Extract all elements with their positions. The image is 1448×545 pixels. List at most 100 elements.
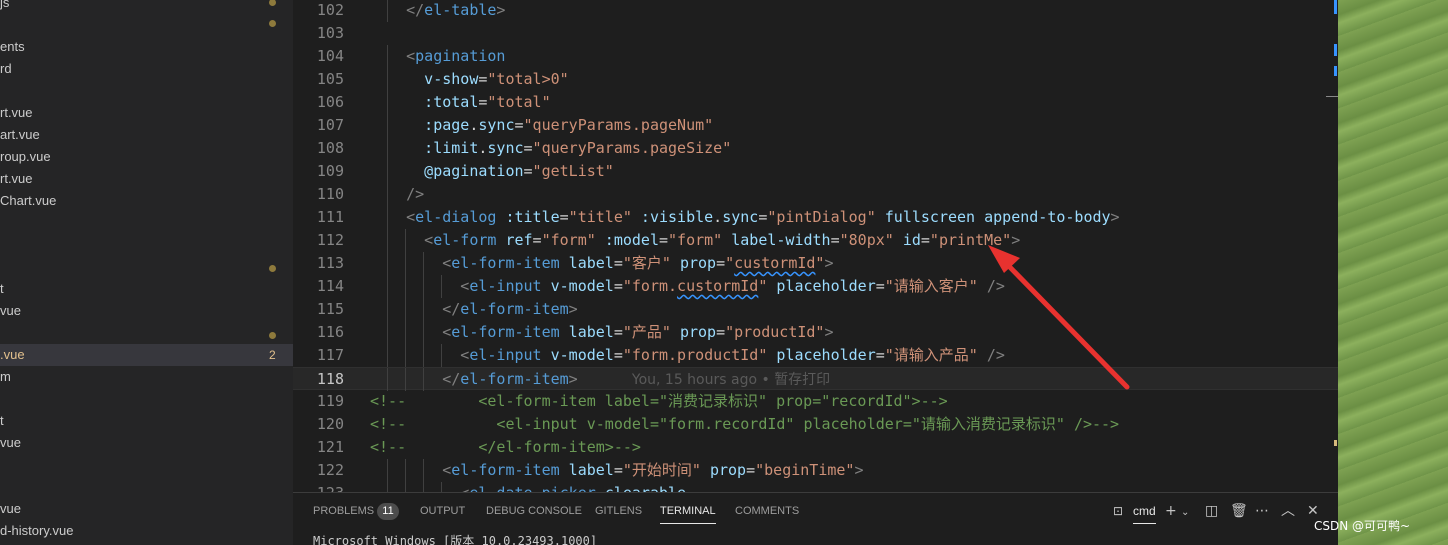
sidebar-file-item[interactable]: t: [0, 410, 293, 432]
terminal-icon[interactable]: ⊡: [1113, 502, 1123, 520]
line-number: 119: [316, 392, 344, 410]
sidebar-file-item[interactable]: js: [0, 0, 293, 14]
indent-guide: [387, 482, 389, 492]
sidebar-file-label: rt.vue: [0, 171, 33, 186]
code-text: <el-dialog :title="title" :visible.sync=…: [406, 206, 1119, 229]
code-line[interactable]: 108 :limit.sync="queryParams.pageSize": [293, 137, 1338, 160]
code-token: />: [406, 185, 425, 203]
code-token: :limit: [424, 139, 479, 157]
code-token: =: [613, 461, 623, 479]
sidebar-file-label: d-history.vue: [0, 523, 74, 538]
code-token: ": [758, 277, 768, 295]
sidebar-file-item[interactable]: m: [0, 366, 293, 388]
line-number: 118: [316, 370, 344, 388]
tab-gitlens[interactable]: GITLENS: [595, 502, 642, 520]
code-token: =: [758, 208, 768, 226]
terminal-selector[interactable]: cmd: [1133, 502, 1156, 524]
code-token: :model: [604, 231, 659, 249]
code-line[interactable]: 115 </el-form-item>: [293, 298, 1338, 321]
indent-guide: [387, 321, 389, 344]
code-text: :limit.sync="queryParams.pageSize": [406, 137, 731, 160]
more-actions-icon[interactable]: ⋯: [1255, 502, 1269, 520]
code-line[interactable]: 111 <el-dialog :title="title" :visible.sy…: [293, 206, 1338, 229]
code-token: </: [406, 1, 425, 19]
sidebar-file-item[interactable]: ents: [0, 36, 293, 58]
sidebar-file-item[interactable]: art.vue: [0, 124, 293, 146]
code-token: "title": [568, 208, 632, 226]
split-terminal-icon[interactable]: ◫: [1205, 502, 1218, 520]
code-line[interactable]: 116 <el-form-item label="产品" prop="produc…: [293, 321, 1338, 344]
code-line[interactable]: 105 v-show="total>0": [293, 68, 1338, 91]
code-token: el-form-item: [460, 370, 569, 388]
code-editor[interactable]: 102 </el-table> 103 104 <pagination 105 v-sho…: [293, 0, 1338, 492]
indent-guide: [387, 91, 389, 114]
code-line[interactable]: 117 <el-input v-model="form.productId" pl…: [293, 344, 1338, 367]
code-token: =: [746, 461, 756, 479]
code-token: =: [875, 346, 885, 364]
sidebar-file-item[interactable]: rt.vue: [0, 168, 293, 190]
tab-terminal[interactable]: TERMINAL: [660, 502, 716, 524]
code-token: />: [986, 277, 1005, 295]
maximize-panel-icon[interactable]: ︿: [1281, 502, 1295, 520]
code-token: placeholder: [776, 277, 876, 295]
code-line[interactable]: 114 <el-input v-model="form.custormId" pl…: [293, 275, 1338, 298]
tab-comments[interactable]: COMMENTS: [735, 502, 799, 520]
indent-guide: [423, 482, 425, 492]
line-number: 116: [316, 323, 344, 341]
trash-icon[interactable]: 🗑: [1230, 502, 1248, 520]
indent-guide: [387, 183, 389, 206]
code-token: "form.productId": [622, 346, 768, 364]
sidebar-file-item[interactable]: d-history.vue: [0, 520, 293, 542]
code-line[interactable]: 112 <el-form ref="form" :model="form" lab…: [293, 229, 1338, 252]
sidebar-file-item[interactable]: vue: [0, 498, 293, 520]
chevron-down-icon[interactable]: ⌄: [1181, 504, 1189, 522]
sidebar-file-item[interactable]: roup.vue: [0, 146, 293, 168]
code-line[interactable]: 107 :page.sync="queryParams.pageNum": [293, 114, 1338, 137]
code-token: =: [613, 277, 623, 295]
sidebar-file-item[interactable]: rd: [0, 58, 293, 80]
new-terminal-plus-icon[interactable]: +: [1165, 502, 1177, 520]
code-line[interactable]: 123 <el-date-picker clearable: [293, 482, 1338, 492]
modified-dot-icon: [269, 0, 276, 6]
sidebar-file-item[interactable]: .vue 2: [0, 344, 293, 366]
code-text: <el-form-item label="产品" prop="productId…: [442, 321, 833, 344]
code-token: label: [568, 323, 614, 341]
sidebar-file-item[interactable]: vue: [0, 300, 293, 322]
sidebar-file-label: rt.vue: [0, 105, 33, 120]
code-line[interactable]: 119 <!-- <el-form-item label="消费记录标识" pro…: [293, 390, 1338, 413]
code-token: <!-- <el-form-item label="消费记录标识" prop="…: [370, 392, 948, 410]
code-line[interactable]: 120 <!-- <el-input v-model="form.recordId…: [293, 413, 1338, 436]
code-line[interactable]: 122 <el-form-item label="开始时间" prop="begi…: [293, 459, 1338, 482]
code-line[interactable]: 113 <el-form-item label="客户" prop="custor…: [293, 252, 1338, 275]
sidebar-file-item[interactable]: Chart.vue: [0, 190, 293, 212]
code-text: </el-form-item> You, 15 hours ago • 暂存打印: [442, 368, 830, 392]
code-line[interactable]: 110 />: [293, 183, 1338, 206]
code-token: =: [716, 254, 726, 272]
code-line[interactable]: 121 <!-- </el-form-item>-->: [293, 436, 1338, 459]
line-number: 109: [316, 162, 344, 180]
code-token: v-show: [424, 70, 479, 88]
code-token: "form.: [622, 277, 678, 295]
code-token: "total>0": [487, 70, 569, 88]
tab-problems[interactable]: PROBLEMS: [313, 502, 374, 520]
code-line[interactable]: 102 </el-table>: [293, 0, 1338, 22]
code-text: <el-form-item label="开始时间" prop="beginTi…: [442, 459, 863, 482]
sidebar-file-item[interactable]: vue: [0, 432, 293, 454]
code-line[interactable]: 103: [293, 22, 1338, 45]
code-token: >: [854, 461, 864, 479]
tab-debug-console[interactable]: DEBUG CONSOLE: [486, 502, 582, 520]
code-line[interactable]: 106 :total="total": [293, 91, 1338, 114]
code-line[interactable]: 109 @pagination="getList": [293, 160, 1338, 183]
code-line[interactable]: 104 <pagination: [293, 45, 1338, 68]
sidebar-file-item[interactable]: t: [0, 278, 293, 300]
tab-output[interactable]: OUTPUT: [420, 502, 465, 520]
sidebar-file-label: vue: [0, 501, 21, 516]
code-token: <!-- <el-input v-model="form.recordId" p…: [370, 415, 1120, 433]
terminal-output[interactable]: Microsoft Windows [版本 10.0.23493.1000]: [313, 532, 597, 545]
sidebar-file-item[interactable]: rt.vue: [0, 102, 293, 124]
code-line[interactable]: 118 </el-form-item> You, 15 hours ago • 暂…: [293, 367, 1338, 392]
